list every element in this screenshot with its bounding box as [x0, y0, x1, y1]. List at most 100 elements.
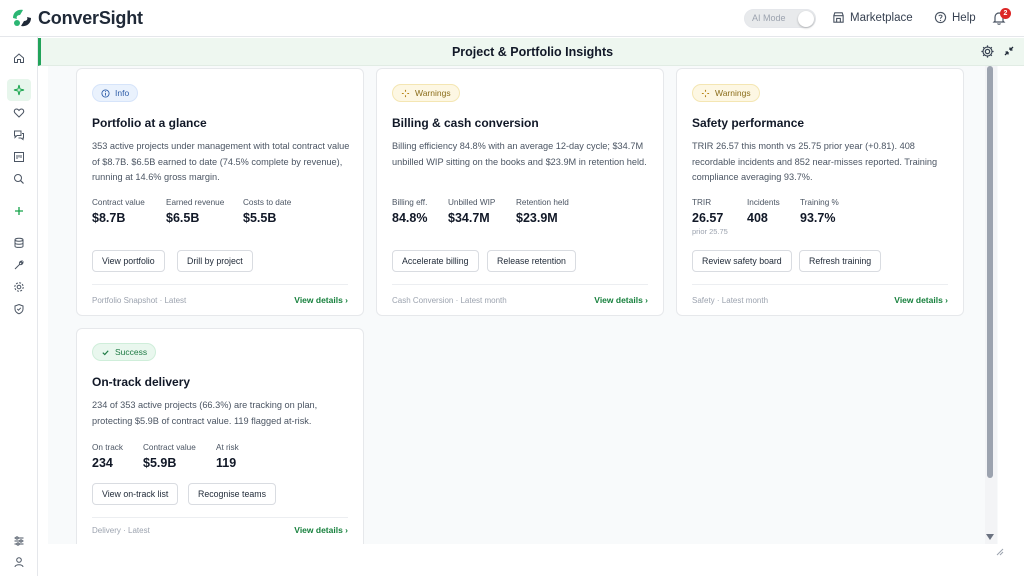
metric-contract-value: Contract value $5.9B: [143, 443, 196, 470]
card-title: Portfolio at a glance: [92, 116, 207, 130]
scrollbar-thumb[interactable]: [987, 66, 993, 478]
view-details-link[interactable]: View details ›: [894, 295, 948, 305]
metric-label: On track: [92, 443, 123, 452]
metric-costs-to-date: Costs to date $5.5B: [243, 198, 291, 225]
view-details-link[interactable]: View details ›: [594, 295, 648, 305]
card-source-note: Portfolio Snapshot · Latest: [92, 296, 187, 305]
insight-card-on-track: Success On-track delivery 234 of 353 act…: [76, 328, 364, 544]
check-icon: [102, 349, 109, 355]
warning-sparkle-icon: [401, 89, 410, 97]
warning-sparkle-icon: [701, 89, 710, 97]
help-link[interactable]: Help: [934, 11, 976, 24]
metric-training: Training % 93.7%: [800, 198, 839, 225]
metric-label: Earned revenue: [166, 198, 225, 207]
drill-by-project-button[interactable]: Drill by project: [177, 250, 253, 272]
ai-mode-label: AI Mode: [752, 13, 786, 23]
metric-value: 26.57: [692, 211, 724, 225]
card-divider: [392, 284, 648, 285]
resize-handle-icon[interactable]: [996, 548, 1004, 556]
top-bar: ConverSight AI Mode Marketplace Help 2: [0, 0, 1024, 37]
metric-label: Training %: [800, 198, 839, 207]
wrench-icon[interactable]: [10, 256, 28, 274]
metric-value: 93.7%: [800, 211, 836, 225]
metric-at-risk: At risk 119: [216, 443, 239, 470]
metric-label: Retention held: [516, 198, 569, 207]
metric-value: 119: [216, 456, 237, 470]
recognise-teams-button[interactable]: Recognise teams: [188, 483, 276, 505]
metric-earned-revenue: Earned revenue $6.5B: [166, 198, 224, 225]
gear-icon[interactable]: [980, 44, 995, 59]
marketplace-link[interactable]: Marketplace: [832, 11, 913, 24]
insights-main: Info Portfolio at a glance 353 active pr…: [48, 66, 998, 544]
metric-subtext: prior 25.75: [692, 227, 728, 236]
card-source-note: Delivery · Latest: [92, 526, 150, 535]
view-details-link[interactable]: View details ›: [294, 295, 348, 305]
card-divider: [92, 517, 348, 518]
status-badge: Info: [92, 84, 139, 102]
page-title: Project & Portfolio Insights: [451, 45, 614, 59]
status-badge: Success: [92, 343, 157, 361]
insight-card-safety: Warnings Safety performance TRIR 26.57 t…: [676, 68, 964, 316]
badge-label: Warnings: [415, 88, 451, 98]
home-icon[interactable]: [10, 49, 28, 67]
sparkle-icon[interactable]: [7, 79, 31, 101]
card-description: 353 active projects under management wit…: [92, 141, 350, 182]
insight-card-portfolio: Info Portfolio at a glance 353 active pr…: [76, 68, 364, 316]
insights-header: Project & Portfolio Insights: [38, 38, 1024, 66]
metric-label: Incidents: [747, 198, 780, 207]
card-description: Billing efficiency 84.8% with an average…: [392, 141, 647, 167]
metric-label: Billing eff.: [392, 198, 428, 207]
chat-icon[interactable]: [10, 126, 28, 144]
store-icon: [833, 12, 844, 23]
marketplace-label: Marketplace: [850, 11, 913, 24]
refresh-training-button[interactable]: Refresh training: [799, 250, 882, 272]
plus-icon[interactable]: [10, 202, 28, 220]
settings-icon[interactable]: [10, 278, 28, 296]
ai-mode-toggle[interactable]: AI Mode: [744, 9, 816, 28]
board-icon[interactable]: [10, 148, 28, 166]
badge-label: Warnings: [715, 88, 751, 98]
metric-label: Unbilled WIP: [448, 198, 496, 207]
help-label: Help: [952, 11, 976, 24]
card-title: Safety performance: [692, 116, 805, 130]
view-details-link[interactable]: View details ›: [294, 525, 348, 535]
metric-label: Costs to date: [243, 198, 292, 207]
metric-label: At risk: [216, 443, 239, 452]
metric-label: TRIR: [692, 198, 712, 207]
help-icon: [934, 11, 947, 24]
card-divider: [692, 284, 948, 285]
heart-icon[interactable]: [10, 104, 28, 122]
conversight-logo-icon: [13, 9, 31, 27]
status-badge: Warnings: [392, 84, 460, 102]
metric-value: 408: [747, 211, 768, 225]
metric-label: Contract value: [92, 198, 145, 207]
logo[interactable]: ConverSight: [10, 7, 143, 29]
card-title: Billing & cash conversion: [392, 116, 539, 130]
sidebar: [0, 37, 38, 576]
notification-count-badge: 2: [1000, 8, 1011, 19]
view-on-track-list-button[interactable]: View on-track list: [92, 483, 179, 505]
sliders-icon[interactable]: [10, 532, 28, 550]
info-icon: [101, 88, 110, 98]
toggle-knob: [798, 11, 814, 27]
view-portfolio-button[interactable]: View portfolio: [92, 250, 165, 272]
review-safety-board-button[interactable]: Review safety board: [692, 250, 792, 272]
badge-label: Info: [115, 88, 130, 98]
card-divider: [92, 284, 348, 285]
metric-incidents: Incidents 408: [747, 198, 780, 225]
scroll-down-arrow-icon[interactable]: [986, 534, 994, 540]
metric-contract-value: Contract value $8.7B: [92, 198, 145, 225]
metric-value: 234: [92, 456, 113, 470]
metric-label: Contract value: [143, 443, 196, 452]
metric-value: $34.7M: [448, 211, 490, 225]
metric-value: $8.7B: [92, 211, 126, 225]
release-retention-button[interactable]: Release retention: [487, 250, 576, 272]
shield-icon[interactable]: [10, 300, 28, 318]
database-icon[interactable]: [10, 234, 28, 252]
accelerate-billing-button[interactable]: Accelerate billing: [392, 250, 479, 272]
card-title: On-track delivery: [92, 375, 191, 389]
zoom-icon[interactable]: [10, 170, 28, 188]
collapse-icon[interactable]: [1003, 45, 1015, 57]
user-icon[interactable]: [10, 553, 28, 571]
metric-retention-held: Retention held $23.9M: [516, 198, 569, 225]
